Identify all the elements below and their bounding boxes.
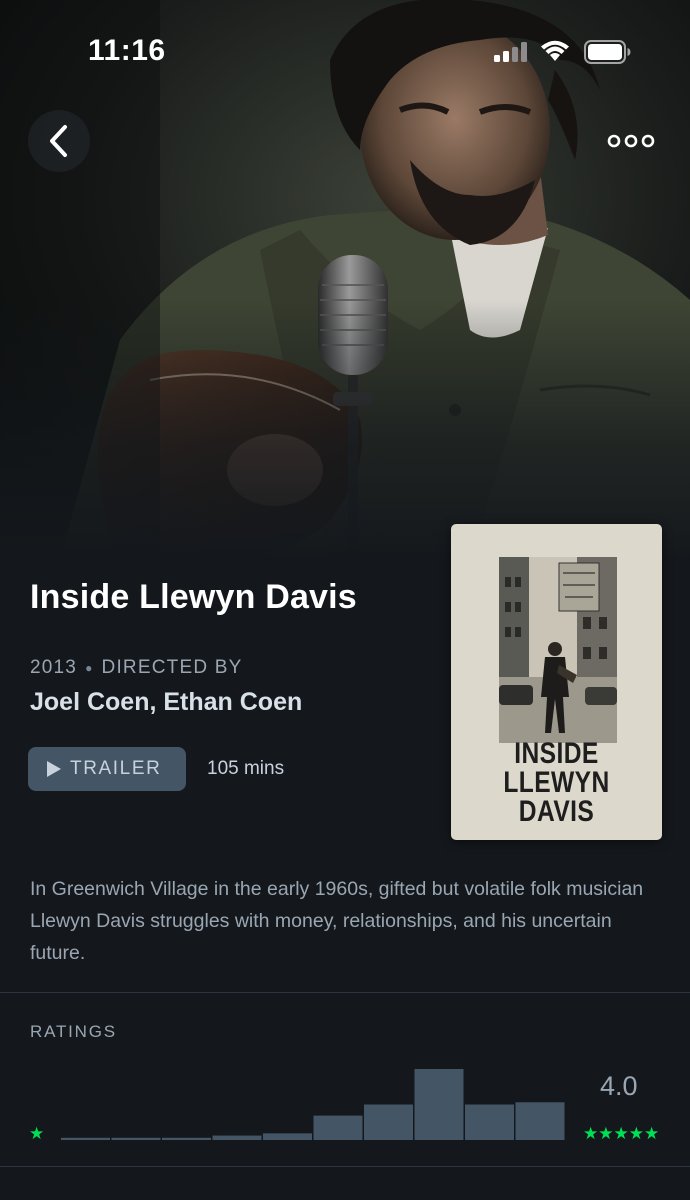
poster-photo xyxy=(499,557,617,743)
cellular-signal-icon xyxy=(494,42,530,67)
play-icon xyxy=(47,761,61,777)
meta-separator: ● xyxy=(85,661,94,675)
rating-bar[interactable] xyxy=(61,1137,110,1140)
film-synopsis: In Greenwich Village in the early 1960s,… xyxy=(30,878,644,964)
ratings-average[interactable]: 4.0 xyxy=(600,1071,638,1102)
status-time: 11:16 xyxy=(88,34,166,67)
poster-title-line: DAVIS xyxy=(518,795,595,828)
chevron-left-icon xyxy=(50,125,67,157)
rating-bar[interactable] xyxy=(313,1115,363,1140)
more-options-button[interactable] xyxy=(598,114,664,168)
wifi-icon xyxy=(540,40,570,67)
rating-bar[interactable] xyxy=(162,1137,211,1140)
rating-bar[interactable] xyxy=(465,1104,514,1141)
poster-title-line: LLEWYN xyxy=(503,766,610,799)
trailer-label: TRAILER xyxy=(70,758,162,779)
section-divider xyxy=(0,992,690,993)
runtime: 105 mins xyxy=(207,758,285,779)
film-meta: 2013 ● DIRECTED BY xyxy=(30,657,242,679)
rating-bar[interactable] xyxy=(364,1104,413,1141)
rating-low-star: ★ xyxy=(29,1124,44,1144)
rating-bar[interactable] xyxy=(111,1137,161,1140)
directed-by-label: DIRECTED BY xyxy=(101,657,243,678)
battery-icon xyxy=(584,40,632,69)
film-title: Inside Llewyn Davis xyxy=(30,578,357,616)
ellipsis-icon xyxy=(607,134,655,148)
directors-link[interactable]: Joel Coen, Ethan Coen xyxy=(30,688,302,717)
film-poster[interactable]: INSIDE LLEWYN DAVIS xyxy=(451,524,662,840)
ratings-heading: RATINGS xyxy=(30,1022,117,1041)
rating-high-stars: ★★★★★ xyxy=(583,1124,659,1144)
release-year[interactable]: 2013 xyxy=(30,657,77,679)
poster-title: INSIDE LLEWYN DAVIS xyxy=(470,737,643,828)
rating-bar[interactable] xyxy=(212,1135,262,1140)
backdrop-fade xyxy=(0,300,690,560)
trailer-button[interactable]: TRAILER xyxy=(28,747,186,791)
ratings-histogram[interactable]: ★ ★★★★★ xyxy=(0,1060,690,1150)
back-button[interactable] xyxy=(28,110,90,172)
rating-bar[interactable] xyxy=(263,1133,312,1140)
section-divider xyxy=(0,1166,690,1167)
poster-title-line: INSIDE xyxy=(514,737,599,770)
rating-bar[interactable] xyxy=(414,1069,464,1140)
rating-bar[interactable] xyxy=(515,1102,565,1140)
film-detail-screen: 11:16 Inside Llewyn Davis 2013 ● DIRECTE… xyxy=(0,0,690,1200)
backdrop-image xyxy=(0,0,690,560)
